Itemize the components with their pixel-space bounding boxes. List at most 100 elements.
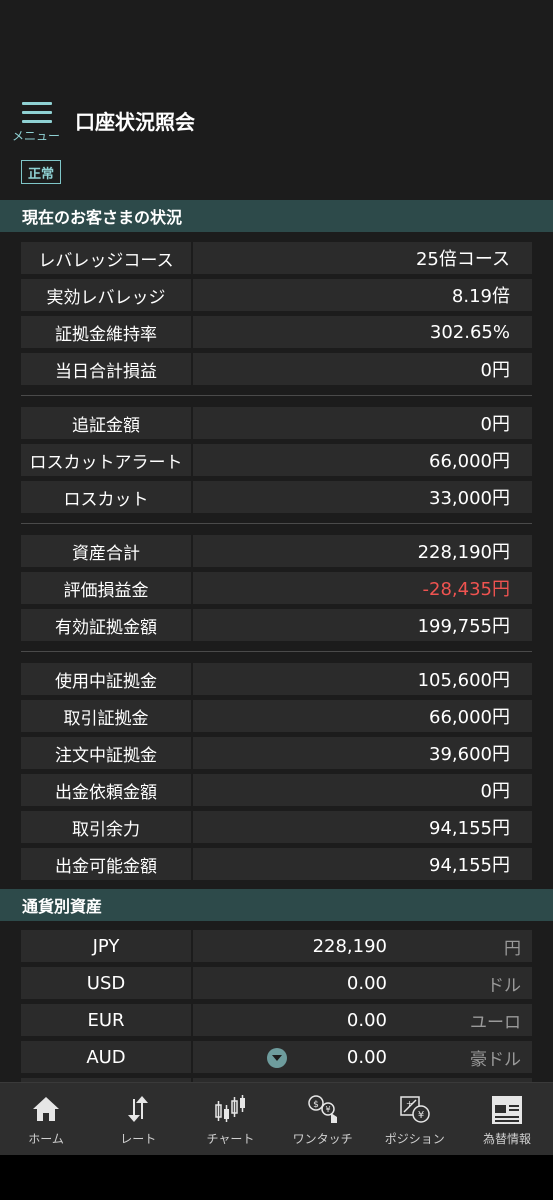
svg-text:¥: ¥ <box>325 1105 330 1114</box>
currency-amount-cell: 228,190 円 <box>193 930 532 962</box>
bottom-nav: ホーム レート チャート $ ¥ ワンタッチ + ¥ ポジション 為替情報 <box>0 1082 553 1156</box>
currency-unit: 豪ドル <box>470 1049 521 1070</box>
row-label: 使用中証拠金 <box>21 663 191 695</box>
home-indicator-area <box>0 1155 553 1200</box>
row-effective-leverage: 実効レバレッジ 8.19倍 <box>21 279 532 311</box>
row-value: 33,000円 <box>193 481 532 513</box>
currency-code: JPY <box>21 930 191 962</box>
row-value: 94,155円 <box>193 848 532 880</box>
row-value: 105,600円 <box>193 663 532 695</box>
page-title: 口座状況照会 <box>75 110 195 134</box>
nav-label: ワンタッチ <box>292 1132 353 1146</box>
row-label: 出金可能金額 <box>21 848 191 880</box>
status-badge: 正常 <box>21 160 61 184</box>
row-value: 25倍コース <box>193 242 532 274</box>
currency-amount: 0.00 <box>346 1009 387 1031</box>
svg-text:$: $ <box>313 1100 319 1110</box>
row-label: 評価損益金 <box>21 572 191 604</box>
currency-row-jpy: JPY 228,190 円 <box>21 930 532 962</box>
nav-rate[interactable]: レート <box>92 1083 184 1156</box>
row-value: 228,190円 <box>193 535 532 567</box>
divider <box>21 651 532 652</box>
currency-code: EUR <box>21 1004 191 1036</box>
currency-code: AUD <box>21 1041 191 1073</box>
nav-one-touch[interactable]: $ ¥ ワンタッチ <box>277 1083 369 1156</box>
rate-arrows-icon <box>128 1096 149 1122</box>
nav-label: ホーム <box>28 1132 64 1146</box>
nav-label: チャート <box>206 1132 255 1146</box>
row-trade-margin: 取引証拠金 66,000円 <box>21 700 532 732</box>
currency-code: USD <box>21 967 191 999</box>
nav-position[interactable]: + ¥ ポジション <box>369 1083 461 1156</box>
header: メニュー 口座状況照会 <box>0 90 553 150</box>
row-value: 199,755円 <box>193 609 532 641</box>
row-value: 302.65% <box>193 316 532 348</box>
row-margin-call: 追証金額 0円 <box>21 407 532 439</box>
nav-chart[interactable]: チャート <box>184 1083 276 1156</box>
row-losscut-alert: ロスカットアラート 66,000円 <box>21 444 532 476</box>
row-value: 0円 <box>193 353 532 385</box>
row-value-negative: -28,435円 <box>193 572 532 604</box>
svg-text:¥: ¥ <box>418 1110 424 1121</box>
currency-unit: ドル <box>487 975 521 996</box>
row-value: 94,155円 <box>193 811 532 843</box>
row-label: 取引証拠金 <box>21 700 191 732</box>
currency-amount: 0.00 <box>346 1046 387 1068</box>
hamburger-icon <box>22 102 52 124</box>
home-icon <box>33 1097 60 1121</box>
row-label: ロスカットアラート <box>21 444 191 476</box>
row-value: 66,000円 <box>193 444 532 476</box>
row-label: 注文中証拠金 <box>21 737 191 769</box>
row-label: ロスカット <box>21 481 191 513</box>
currency-amount-cell: 0.00 ユーロ <box>193 1004 532 1036</box>
currency-row-eur: EUR 0.00 ユーロ <box>21 1004 532 1036</box>
position-icon: + ¥ <box>400 1096 430 1123</box>
currency-amount: 228,190 <box>312 935 387 957</box>
row-label: 証拠金維持率 <box>21 316 191 348</box>
row-label: 当日合計損益 <box>21 353 191 385</box>
row-withdraw-request: 出金依頼金額 0円 <box>21 774 532 806</box>
row-withdrawable: 出金可能金額 94,155円 <box>21 848 532 880</box>
row-value: 0円 <box>193 774 532 806</box>
news-icon <box>491 1096 522 1124</box>
currency-amount-cell: 0.00 豪ドル <box>193 1041 532 1073</box>
svg-text:+: + <box>406 1099 413 1108</box>
nav-label: レート <box>120 1132 157 1146</box>
candlestick-chart-icon <box>215 1095 246 1122</box>
menu-button[interactable]: メニュー <box>10 100 66 144</box>
row-margin-ratio: 証拠金維持率 302.65% <box>21 316 532 348</box>
row-label: 取引余力 <box>21 811 191 843</box>
row-value: 8.19倍 <box>193 279 532 311</box>
menu-label: メニュー <box>12 129 61 143</box>
row-label: レバレッジコース <box>21 242 191 274</box>
row-trading-capacity: 取引余力 94,155円 <box>21 811 532 843</box>
row-value: 0円 <box>193 407 532 439</box>
one-touch-icon: $ ¥ <box>307 1095 337 1123</box>
row-effective-margin: 有効証拠金額 199,755円 <box>21 609 532 641</box>
currency-amount: 0.00 <box>346 972 387 994</box>
row-label: 追証金額 <box>21 407 191 439</box>
row-label: 有効証拠金額 <box>21 609 191 641</box>
nav-home[interactable]: ホーム <box>0 1083 92 1156</box>
row-label: 資産合計 <box>21 535 191 567</box>
currency-unit: ユーロ <box>470 1012 521 1033</box>
section-header-customer-status: 現在のお客さまの状況 <box>0 200 553 232</box>
row-leverage-course: レバレッジコース 25倍コース <box>21 242 532 274</box>
divider <box>21 395 532 396</box>
row-order-margin: 注文中証拠金 39,600円 <box>21 737 532 769</box>
row-total-assets: 資産合計 228,190円 <box>21 535 532 567</box>
section-header-currency-assets: 通貨別資産 <box>0 889 553 921</box>
nav-label: 為替情報 <box>482 1132 531 1146</box>
row-unrealized-pnl: 評価損益金 -28,435円 <box>21 572 532 604</box>
currency-amount-cell: 0.00 ドル <box>193 967 532 999</box>
nav-news[interactable]: 為替情報 <box>461 1083 553 1156</box>
row-label: 出金依頼金額 <box>21 774 191 806</box>
row-label: 実効レバレッジ <box>21 279 191 311</box>
scroll-down-chevron-icon[interactable] <box>267 1048 287 1068</box>
status-bar-area <box>0 0 553 90</box>
app-screen: メニュー 口座状況照会 正常 現在のお客さまの状況 レバレッジコース 25倍コー… <box>0 0 553 1200</box>
row-value: 66,000円 <box>193 700 532 732</box>
nav-label: ポジション <box>384 1132 445 1146</box>
row-used-margin: 使用中証拠金 105,600円 <box>21 663 532 695</box>
divider <box>21 523 532 524</box>
